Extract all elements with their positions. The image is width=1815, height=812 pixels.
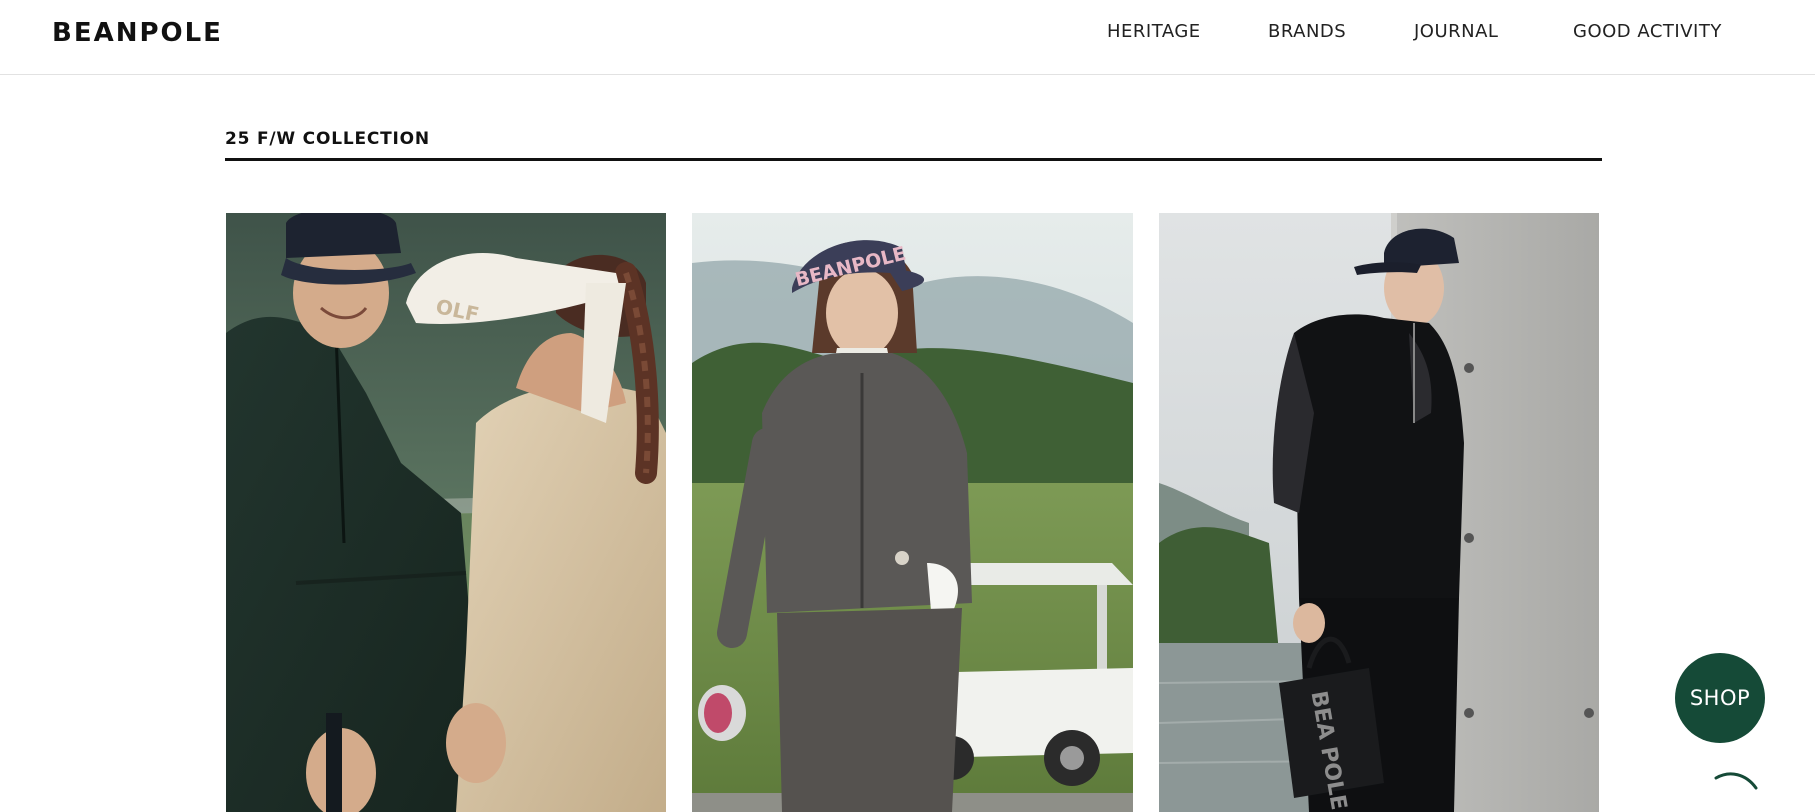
collection-card-2[interactable]: BEANPOLE — [692, 213, 1133, 812]
collection-card-1[interactable]: OLF — [226, 213, 666, 812]
nav-item-brands[interactable]: BRANDS — [1268, 21, 1346, 42]
nav-item-journal[interactable]: JOURNAL — [1414, 21, 1498, 42]
section-divider — [225, 158, 1602, 161]
collection-card-3[interactable]: BEA POLE — [1159, 213, 1599, 812]
section-title: 25 F/W COLLECTION — [225, 129, 430, 149]
collection-photo-2: BEANPOLE — [692, 213, 1133, 812]
scroll-top-arc-icon[interactable] — [1712, 768, 1760, 812]
site-header: BEANPOLE HERITAGE BRANDS JOURNAL GOOD AC… — [0, 0, 1815, 75]
nav-item-good-activity[interactable]: GOOD ACTIVITY — [1573, 21, 1722, 42]
shop-button[interactable]: SHOP — [1675, 653, 1765, 743]
collection-photo-3: BEA POLE — [1159, 213, 1599, 812]
collection-photo-1: OLF — [226, 213, 666, 812]
main-nav: HERITAGE BRANDS JOURNAL GOOD ACTIVITY — [0, 21, 1815, 45]
nav-item-heritage[interactable]: HERITAGE — [1107, 21, 1201, 42]
